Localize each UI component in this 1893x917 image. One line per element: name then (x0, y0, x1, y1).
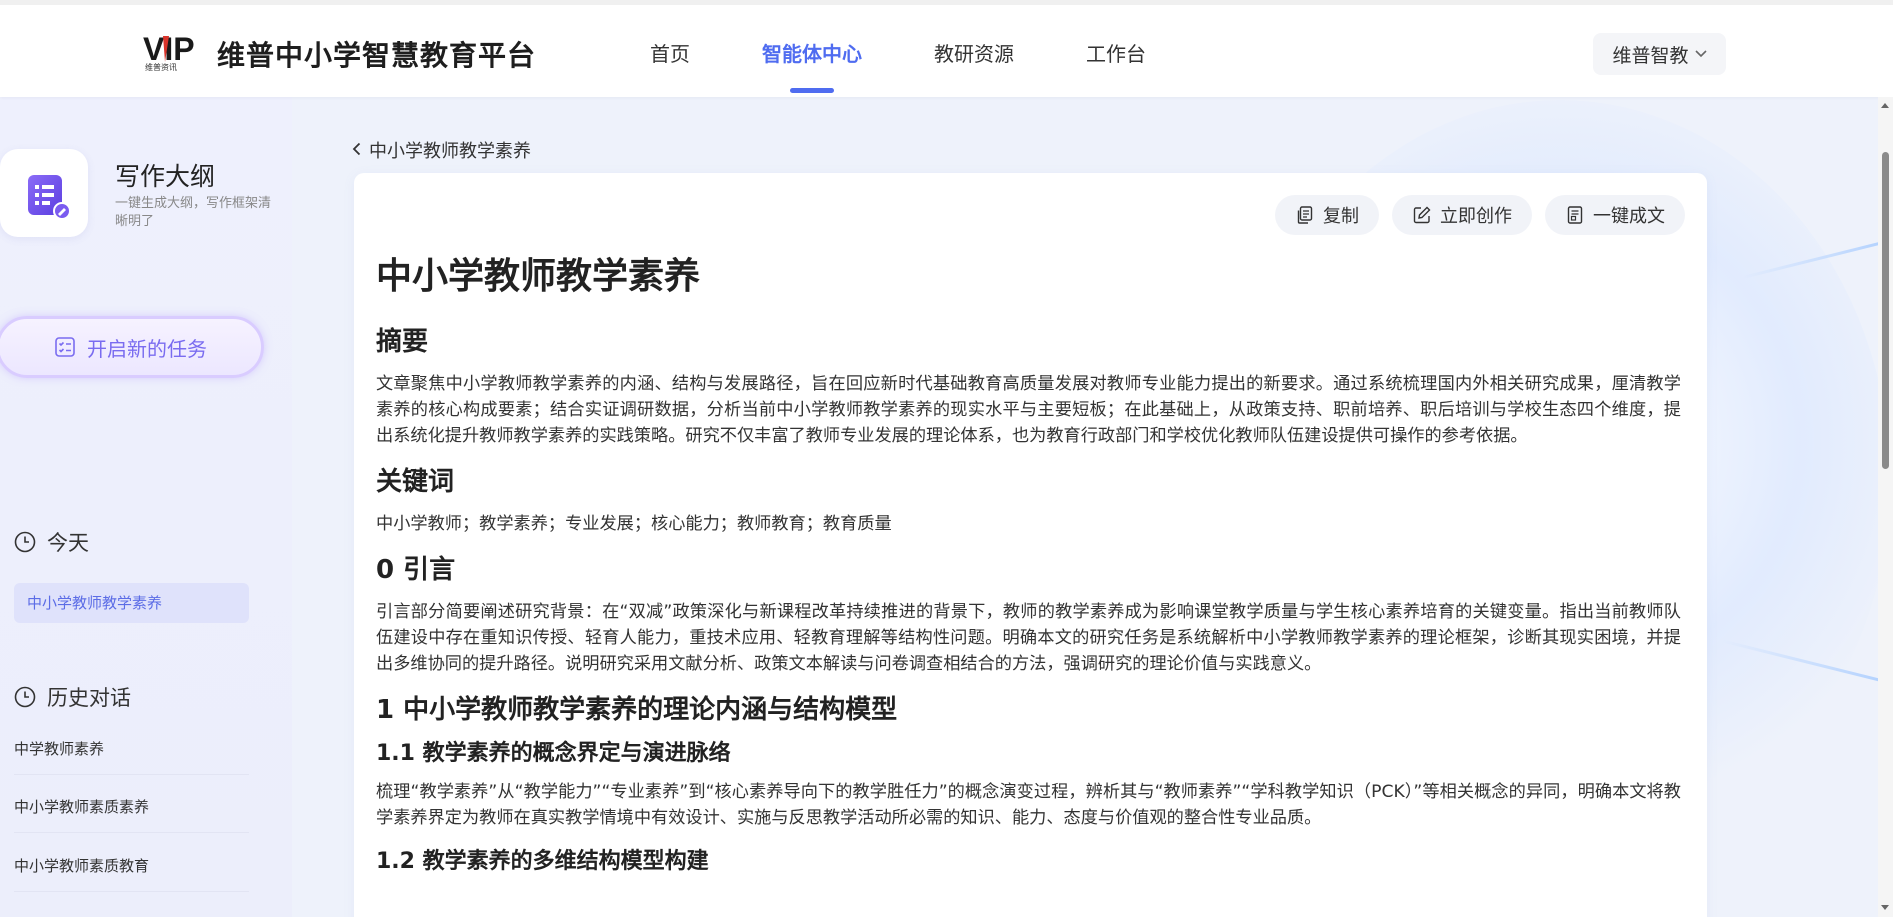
nav-workbench[interactable]: 工作台 (1086, 38, 1146, 67)
nav-research-resources[interactable]: 教研资源 (934, 38, 1014, 67)
keywords-heading: 关键词 (376, 467, 455, 497)
chevron-left-icon (352, 141, 361, 160)
edit-icon (1413, 206, 1431, 224)
back-breadcrumb[interactable]: 中小学教师教学素养 (352, 137, 531, 163)
chevron-down-icon (1694, 46, 1707, 62)
nav-agent-center[interactable]: 智能体中心 (762, 38, 862, 93)
section-1-heading: 1 中小学教师教学素养的理论内涵与结构模型 (376, 695, 898, 725)
document-body: 中小学教师教学素养 摘要 文章聚焦中小学教师教学素养的内涵、结构与发展路径，旨在… (376, 255, 1681, 887)
scroll-down-arrow-icon[interactable] (1881, 905, 1889, 910)
abstract-text: 文章聚焦中小学教师教学素养的内涵、结构与发展路径，旨在回应新时代基础教育高质量发… (376, 374, 1681, 446)
platform-title: 维普中小学智慧教育平台 (217, 39, 537, 72)
history-item[interactable]: 中小学教师素质素养 (14, 796, 149, 817)
document-icon (1567, 206, 1583, 224)
document-card: 复制 立即创作 一键成文 中小学教师教学素养 摘要 文章聚焦中小学教师教学素养的… (354, 173, 1707, 917)
page-scrollbar[interactable] (1878, 97, 1893, 917)
abstract-heading: 摘要 (376, 327, 429, 357)
one-click-article-label: 一键成文 (1593, 206, 1665, 227)
agent-name: 写作大纲 (115, 162, 216, 191)
today-section-header: 今天 (13, 527, 89, 557)
history-label: 历史对话 (47, 686, 131, 710)
section-1-2-heading: 1.2 教学素养的多维结构模型构建 (376, 849, 709, 874)
history-item[interactable]: 中学教师素养 (14, 738, 104, 759)
top-navigation-bar: VIP 维普资讯 维普中小学智慧教育平台 首页 智能体中心 教研资源 工作台 维… (0, 0, 1893, 97)
introduction-text: 引言部分简要阐述研究背景：在“双减”政策深化与新课程改革持续推进的背景下，教师的… (376, 602, 1681, 674)
user-menu-button[interactable]: 维普智教 (1593, 33, 1726, 75)
document-actions: 复制 立即创作 一键成文 (1275, 195, 1685, 235)
introduction-heading: 0 引言 (376, 555, 456, 585)
main-nav: 首页 智能体中心 教研资源 工作台 (650, 38, 1146, 93)
agent-icon-card (0, 149, 88, 237)
nav-home[interactable]: 首页 (650, 38, 690, 67)
history-item[interactable]: 中小学教师素质教育 (14, 855, 149, 876)
history-divider (14, 832, 249, 833)
task-list-icon (55, 337, 75, 357)
user-name: 维普智教 (1612, 44, 1689, 67)
sidebar: 写作大纲 一键生成大纲，写作框架清晰明了 开启新的任务 今天 中小学教师教学素养… (0, 97, 292, 917)
section-1-1-heading: 1.1 教学素养的概念界定与演进脉络 (376, 741, 731, 766)
copy-label: 复制 (1323, 206, 1359, 227)
new-task-label: 开启新的任务 (87, 336, 207, 361)
clock-icon (14, 686, 36, 708)
create-now-label: 立即创作 (1440, 206, 1512, 227)
agent-description: 一键生成大纲，写作框架清晰明了 (115, 196, 272, 229)
back-label: 中小学教师教学素养 (369, 141, 531, 162)
new-task-button[interactable]: 开启新的任务 (0, 316, 264, 378)
copy-button[interactable]: 复制 (1275, 195, 1379, 235)
logo-subtext: 维普资讯 (145, 62, 177, 72)
create-now-button[interactable]: 立即创作 (1392, 195, 1532, 235)
history-divider (14, 891, 249, 892)
today-label: 今天 (47, 531, 89, 555)
scrollbar-thumb[interactable] (1882, 152, 1889, 469)
vip-logo[interactable]: VIP 维普资讯 (143, 31, 211, 72)
clock-icon (14, 531, 36, 553)
history-section-header: 历史对话 (13, 682, 131, 712)
one-click-article-button[interactable]: 一键成文 (1545, 195, 1685, 235)
outline-agent-icon (28, 175, 71, 220)
keywords-text: 中小学教师；教学素养；专业发展；核心能力；教师教育；教育质量 (376, 514, 892, 534)
scroll-up-arrow-icon[interactable] (1881, 103, 1889, 108)
history-divider (14, 774, 249, 775)
document-title: 中小学教师教学素养 (376, 256, 701, 297)
section-1-1-text: 梳理“教学素养”从“教学能力”“专业素养”到“核心素养导向下的教学胜任力”的概念… (376, 782, 1681, 828)
copy-icon (1297, 206, 1313, 224)
today-conversation-item[interactable]: 中小学教师教学素养 (14, 583, 249, 623)
